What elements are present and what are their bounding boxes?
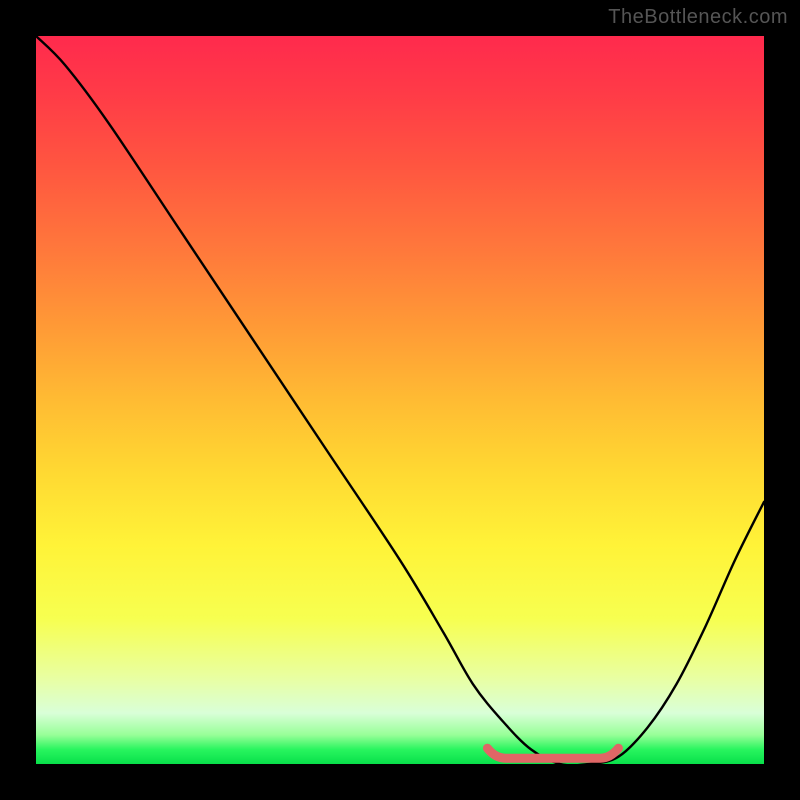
plot-area: [36, 36, 764, 764]
bottleneck-curve: [36, 36, 764, 765]
curve-layer: [36, 36, 764, 764]
chart-frame: TheBottleneck.com: [0, 0, 800, 800]
watermark-text: TheBottleneck.com: [608, 6, 788, 29]
optimal-zone-highlight: [487, 748, 618, 758]
